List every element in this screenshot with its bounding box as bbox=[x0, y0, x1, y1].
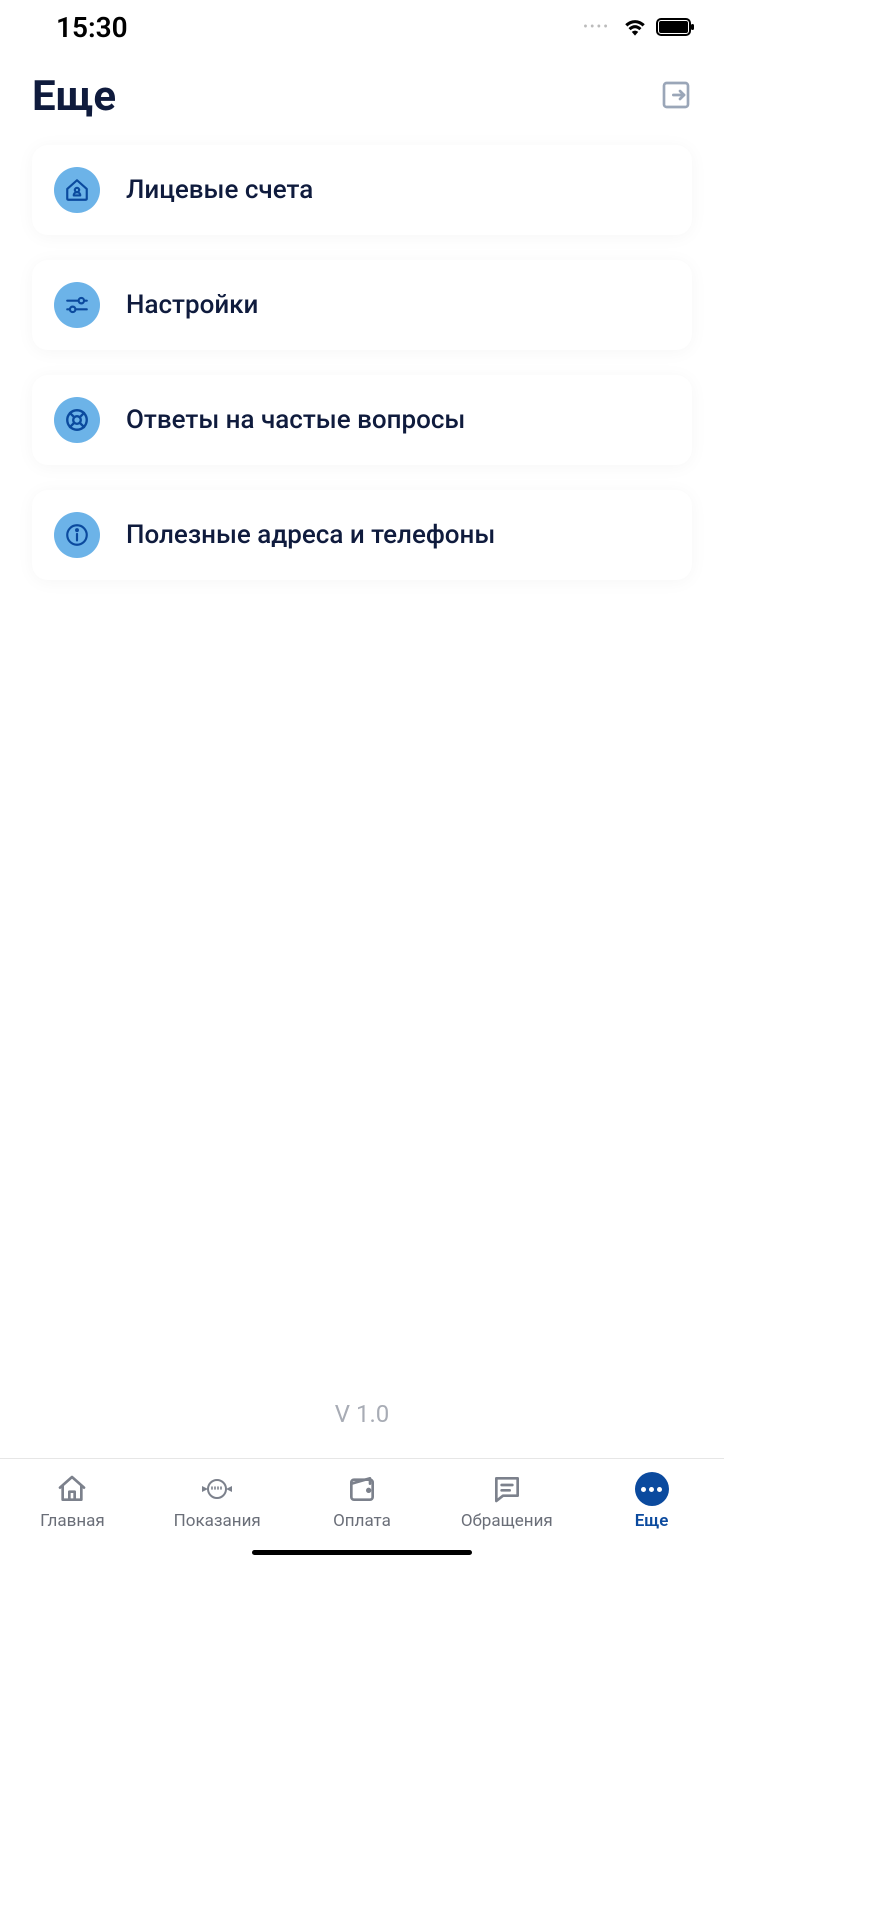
tab-payment[interactable]: Оплата bbox=[290, 1472, 435, 1531]
logout-icon bbox=[660, 79, 692, 111]
tab-label: Еще bbox=[635, 1511, 669, 1531]
info-icon bbox=[54, 512, 100, 558]
logout-button[interactable] bbox=[660, 79, 692, 115]
meter-icon bbox=[197, 1472, 237, 1506]
status-bar: 15:30 •••• bbox=[0, 0, 724, 50]
menu-item-label: Лицевые счета bbox=[126, 175, 313, 205]
tab-home[interactable]: Главная bbox=[0, 1472, 145, 1531]
menu-list: Лицевые счета Настройки bbox=[32, 145, 692, 580]
cellular-dots-icon: •••• bbox=[583, 19, 610, 35]
status-time: 15:30 bbox=[56, 11, 128, 44]
menu-item-settings[interactable]: Настройки bbox=[32, 260, 692, 350]
tab-label: Оплата bbox=[333, 1511, 391, 1531]
wallet-icon bbox=[346, 1472, 378, 1506]
home-indicator bbox=[0, 1537, 724, 1567]
menu-item-label: Ответы на частые вопросы bbox=[126, 405, 465, 435]
chat-icon bbox=[491, 1472, 523, 1506]
lifebuoy-icon bbox=[54, 397, 100, 443]
menu-item-accounts[interactable]: Лицевые счета bbox=[32, 145, 692, 235]
menu-item-contacts[interactable]: Полезные адреса и телефоны bbox=[32, 490, 692, 580]
content-area: Лицевые счета Настройки bbox=[0, 145, 724, 1458]
menu-item-label: Полезные адреса и телефоны bbox=[126, 520, 495, 550]
tab-requests[interactable]: Обращения bbox=[434, 1472, 579, 1531]
house-icon bbox=[54, 167, 100, 213]
sliders-icon bbox=[54, 282, 100, 328]
menu-item-label: Настройки bbox=[126, 290, 258, 320]
page-header: Еще bbox=[0, 50, 724, 145]
tab-more[interactable]: Еще bbox=[579, 1472, 724, 1531]
home-indicator-bar bbox=[252, 1550, 472, 1555]
page-title: Еще bbox=[32, 72, 116, 121]
tab-bar: Главная Показания Оплата bbox=[0, 1458, 724, 1537]
wifi-icon bbox=[622, 17, 648, 37]
battery-icon bbox=[656, 17, 696, 37]
tab-label: Показания bbox=[174, 1511, 261, 1531]
tab-label: Главная bbox=[40, 1511, 105, 1531]
version-label: V 1.0 bbox=[32, 1380, 692, 1458]
more-icon bbox=[635, 1472, 669, 1506]
tab-label: Обращения bbox=[461, 1511, 553, 1531]
tab-meters[interactable]: Показания bbox=[145, 1472, 290, 1531]
status-icons: •••• bbox=[583, 17, 696, 37]
menu-item-faq[interactable]: Ответы на частые вопросы bbox=[32, 375, 692, 465]
home-icon bbox=[56, 1472, 88, 1506]
